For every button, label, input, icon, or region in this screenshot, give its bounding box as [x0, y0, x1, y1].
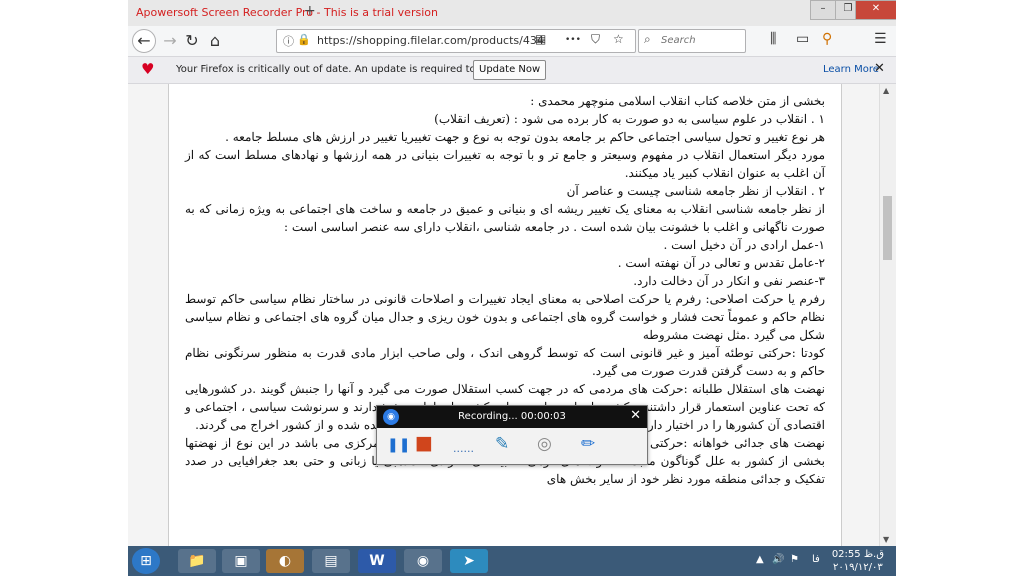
extension-icon[interactable]: ⚲ — [822, 31, 832, 47]
info-icon[interactable]: ⓘ — [283, 33, 294, 49]
chrome-app-icon[interactable]: ◉ — [404, 549, 442, 573]
window-title: Apowersoft Screen Recorder Pro - This is… — [136, 6, 438, 19]
navigation-toolbar: ← → ↻ ⌂ ⓘ 🔒 https://shopping.filelar.com… — [128, 26, 896, 57]
update-now-button[interactable]: Update Now — [473, 60, 547, 80]
forward-icon[interactable]: → — [158, 29, 182, 53]
recording-status: Recording... 00:00:03 — [458, 411, 566, 422]
document-paragraph: ۱-عمل ارادی در آن دخیل است . — [663, 238, 825, 252]
document-paragraph: ۱ . انقلاب در علوم سیاسی به دو صورت به ک… — [434, 112, 825, 126]
scroll-up-arrow-icon[interactable]: ▲ — [883, 86, 889, 95]
document-paragraph: بخشی از متن خلاصه کتاب انقلاب اسلامی منو… — [530, 94, 825, 108]
volume-icon[interactable]: 🔊 — [772, 554, 784, 565]
right-letterbox — [896, 0, 1024, 576]
language-indicator[interactable]: فا — [812, 554, 820, 565]
word-app-icon[interactable]: W — [358, 549, 396, 573]
clock[interactable]: 02:55 ق.ظ ۲۰۱۹/۱۲/۰۳ — [832, 548, 884, 574]
search-icon: ⌕ — [644, 32, 651, 46]
document-paragraph: کودتا :حرکتی توطئه آمیز و غیر قانونی است… — [185, 346, 825, 378]
document-paragraph: ۲-عامل تقدس و تعالی در آن نهفته است . — [617, 256, 825, 270]
vertical-scrollbar[interactable]: ▲ ▼ — [879, 84, 896, 546]
flag-icon[interactable]: ⚑ — [790, 554, 799, 565]
clock-date: ۲۰۱۹/۱۲/۰۳ — [833, 562, 883, 573]
new-tab-button[interactable]: + — [304, 3, 316, 19]
title-bar: Apowersoft Screen Recorder Pro - This is… — [128, 0, 896, 26]
recorder-close-icon[interactable]: ✕ — [630, 408, 641, 423]
menu-icon[interactable]: ☰ — [874, 31, 887, 47]
recorder-header: ◉ Recording... 00:00:03 ✕ — [377, 406, 647, 428]
taskbar: ⊞ 📁 ▣ ◐ ▤ W ◉ ➤ ▲ 🔊 ⚑ فا 02:55 ق.ظ ۲۰۱۹/… — [128, 546, 896, 576]
search-input[interactable]: ⌕ Search — [638, 29, 746, 53]
archive-app-icon[interactable]: ▣ — [222, 549, 260, 573]
page-actions-icon[interactable]: ••• — [565, 35, 581, 45]
tray-expand-icon[interactable]: ▲ — [756, 554, 764, 565]
pocket-icon[interactable]: ⛉ — [591, 32, 600, 47]
document-page: بخشی از متن خلاصه کتاب انقلاب اسلامی منو… — [168, 84, 842, 546]
update-notification-bar: ♥ Your Firefox is critically out of date… — [128, 57, 896, 84]
pen-tool-icon[interactable]: ✎ — [495, 434, 509, 454]
recorder-dots: ...... — [453, 442, 474, 455]
firefox-app-icon[interactable]: ◐ — [266, 549, 304, 573]
start-button-icon[interactable]: ⊞ — [132, 548, 160, 574]
document-paragraph: هر نوع تغییر و تحول سیاسی اجتماعی حاکم ب… — [225, 130, 825, 144]
stop-icon[interactable]: ■ — [415, 432, 433, 454]
webcam-icon[interactable]: ◎ — [537, 434, 552, 454]
url-text[interactable]: https://shopping.filelar.com/products/43… — [317, 34, 544, 47]
recorder-toolbar: ◉ Recording... 00:00:03 ✕ ❚❚ ■ ...... ✎ … — [376, 405, 648, 465]
document-paragraph: مورد دیگر استعمال انقلاب در مفهوم وسیعتر… — [185, 148, 825, 180]
document-paragraph: رفرم یا حرکت اصلاحی: رفرم یا حرکت اصلاحی… — [185, 292, 825, 342]
bookmark-star-icon[interactable]: ☆ — [613, 32, 624, 46]
scroll-down-arrow-icon[interactable]: ▼ — [883, 535, 889, 544]
document-paragraph: ۳-عنصر نفی و انکار در آن دخالت دارد. — [633, 274, 825, 288]
lock-icon[interactable]: 🔒 — [297, 33, 311, 46]
reader-view-icon[interactable]: ▤ — [535, 32, 546, 46]
document-paragraph: ۲ . انقلاب از نظر جامعه شناسی چیست و عنا… — [566, 184, 825, 198]
close-window-button[interactable]: ✕ — [855, 0, 896, 20]
page-content: بخشی از متن خلاصه کتاب انقلاب اسلامی منو… — [128, 84, 880, 546]
close-icon[interactable]: ✕ — [874, 61, 885, 76]
library-icon[interactable]: ⫼ — [770, 31, 776, 47]
left-letterbox — [0, 0, 128, 576]
clock-time: 02:55 ق.ظ — [831, 549, 884, 560]
draw-icon[interactable]: ✏ — [581, 434, 595, 454]
explorer-app-icon[interactable]: 📁 — [178, 549, 216, 573]
telegram-app-icon[interactable]: ➤ — [450, 549, 488, 573]
scrollbar-thumb[interactable] — [883, 196, 892, 260]
url-bar[interactable]: ⓘ 🔒 https://shopping.filelar.com/product… — [276, 29, 636, 53]
search-placeholder: Search — [661, 35, 696, 46]
back-icon[interactable]: ← — [132, 29, 156, 53]
notes-app-icon[interactable]: ▤ — [312, 549, 350, 573]
reload-icon[interactable]: ↻ — [180, 29, 204, 53]
document-paragraph: از نظر جامعه شناسی انقلاب به معنای یک تغ… — [185, 202, 825, 234]
home-icon[interactable]: ⌂ — [203, 29, 227, 53]
pause-icon[interactable]: ❚❚ — [387, 437, 410, 453]
learn-more-link[interactable]: Learn More — [823, 64, 879, 75]
minimize-button[interactable]: – — [810, 0, 836, 20]
heart-icon: ♥ — [141, 60, 155, 78]
sidebar-icon[interactable]: ▭ — [796, 31, 809, 47]
